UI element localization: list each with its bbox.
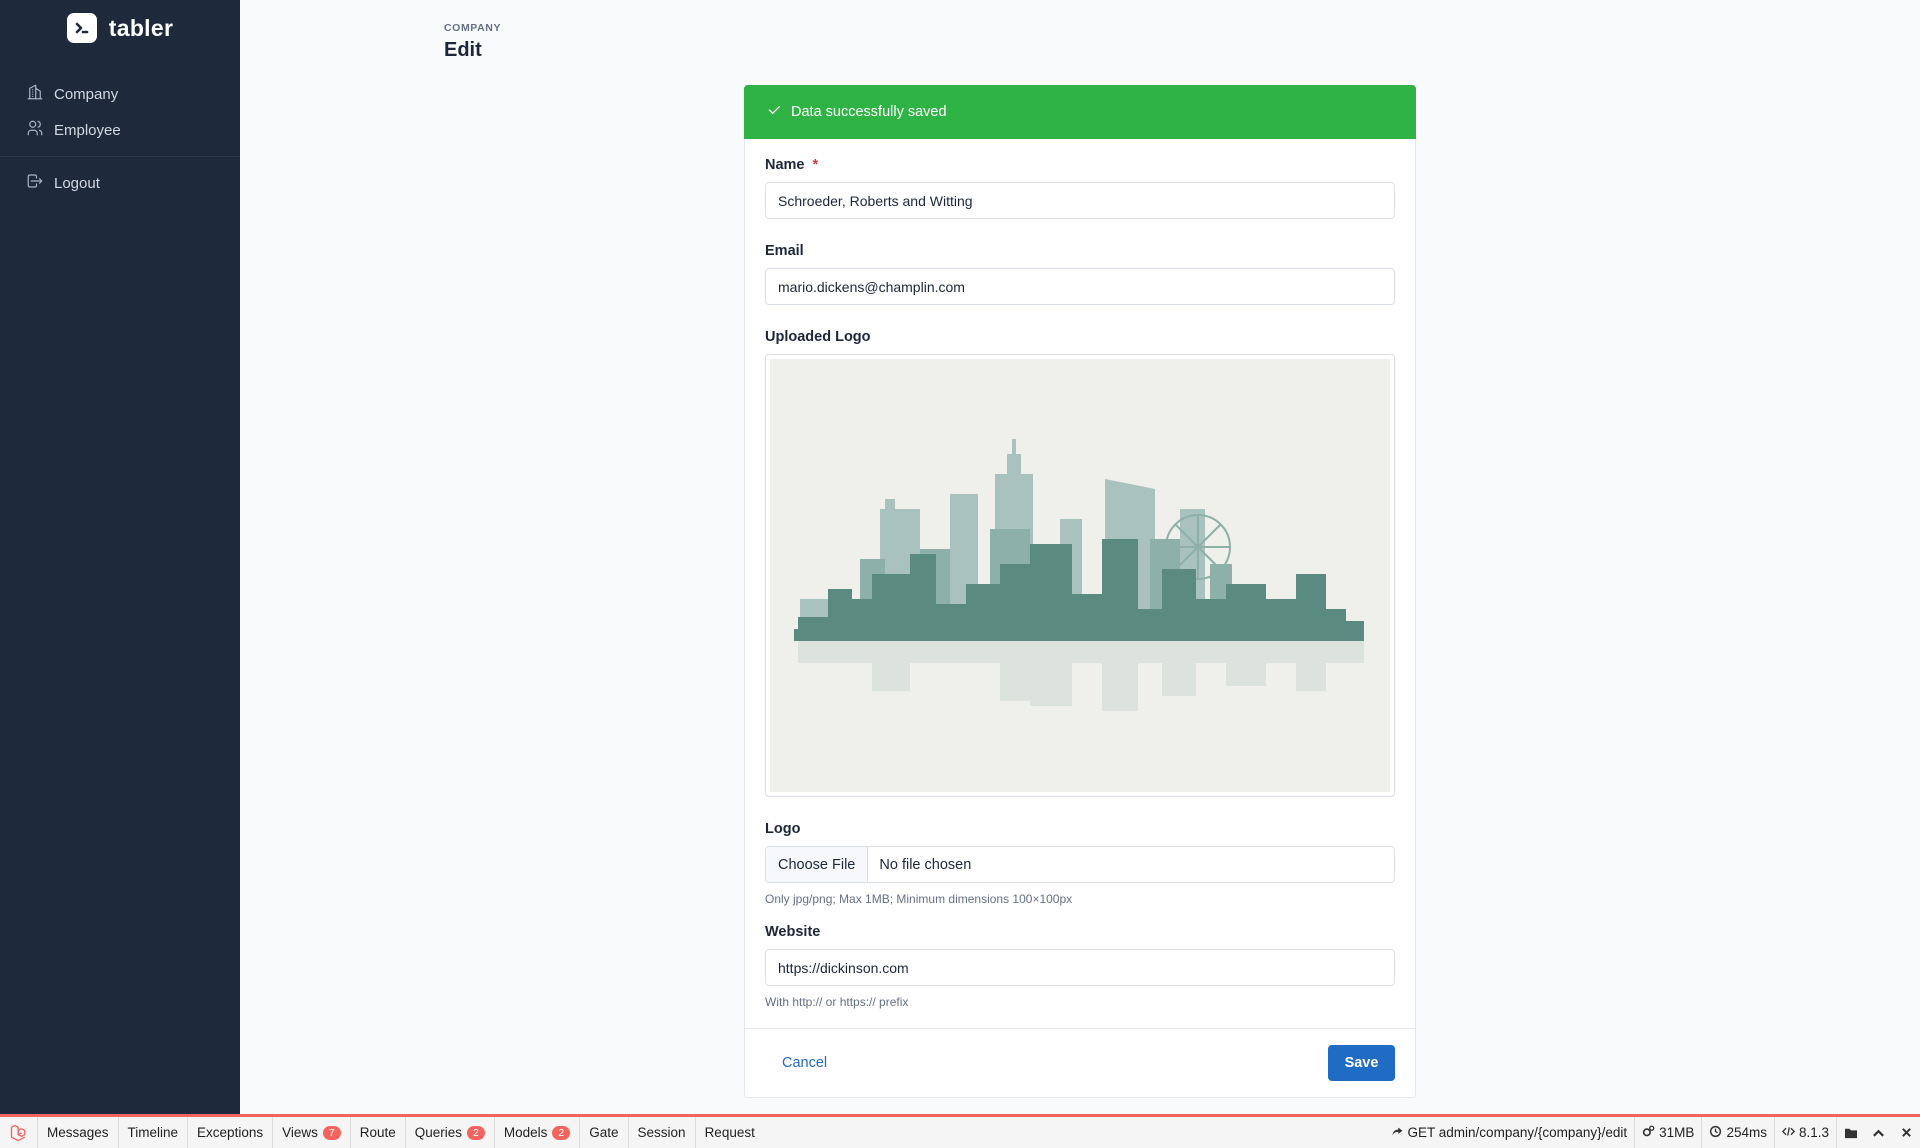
page-title: Edit bbox=[444, 39, 482, 61]
debug-tab-label: Route bbox=[359, 1125, 396, 1140]
debug-tab-label: Gate bbox=[589, 1125, 619, 1140]
debug-memory: 31MB bbox=[1634, 1117, 1701, 1148]
debug-tab-gate[interactable]: Gate bbox=[580, 1117, 629, 1148]
php-version-text: 8.1.3 bbox=[1798, 1125, 1829, 1140]
clock-icon bbox=[1709, 1125, 1722, 1141]
name-input[interactable]: Schroeder, Roberts and Witting bbox=[765, 182, 1395, 219]
debug-tab-models[interactable]: Models 2 bbox=[495, 1117, 581, 1148]
debug-tab-label: Messages bbox=[47, 1125, 109, 1140]
uploaded-logo-field: Uploaded Logo bbox=[765, 329, 1395, 797]
debug-badge: 2 bbox=[552, 1125, 571, 1140]
sidebar-item-label: Company bbox=[54, 85, 119, 103]
debug-tab-session[interactable]: Session bbox=[629, 1117, 696, 1148]
debug-tab-route[interactable]: Route bbox=[351, 1117, 406, 1148]
card-body: Name * Schroeder, Roberts and Witting Em… bbox=[745, 139, 1415, 1009]
debug-tab-request[interactable]: Request bbox=[696, 1117, 764, 1148]
debug-badge: 7 bbox=[322, 1125, 341, 1140]
debug-time: 254ms bbox=[1701, 1117, 1774, 1148]
sidebar-item-employee[interactable]: Employee bbox=[0, 112, 240, 148]
debug-tab-label: Session bbox=[637, 1125, 686, 1140]
debug-tab-label: Models bbox=[503, 1125, 548, 1140]
debug-badge: 2 bbox=[467, 1125, 485, 1140]
chevron-up-icon[interactable] bbox=[1864, 1117, 1892, 1148]
city-skyline-image bbox=[770, 359, 1390, 792]
sidebar-item-label: Employee bbox=[54, 121, 121, 139]
debug-tab-timeline[interactable]: Timeline bbox=[119, 1117, 189, 1148]
brand-name: tabler bbox=[108, 14, 174, 41]
brand[interactable]: tabler bbox=[0, 0, 240, 56]
debug-bar: Messages Timeline Exceptions Views 7 Rout… bbox=[0, 1114, 1920, 1148]
cogs-icon bbox=[1642, 1125, 1655, 1141]
uploaded-logo-label: Uploaded Logo bbox=[765, 329, 871, 345]
debug-tab-label: Queries bbox=[414, 1125, 463, 1140]
name-field: Name * Schroeder, Roberts and Witting bbox=[765, 157, 1395, 219]
sidebar-nav: Company Employee Logout bbox=[0, 56, 240, 201]
sidebar: tabler Company Employee Logout bbox=[0, 0, 240, 1114]
logo-file-input[interactable]: Choose File No file chosen bbox=[765, 846, 1395, 883]
debug-tab-label: Views bbox=[282, 1125, 318, 1140]
sidebar-item-label: Logout bbox=[54, 174, 100, 192]
website-hint: With http:// or https:// prefix bbox=[765, 995, 909, 1009]
file-status: No file chosen bbox=[879, 856, 972, 873]
debug-meta: GET admin/company/{company}/edit 31MB 25… bbox=[1384, 1117, 1920, 1148]
success-alert: Data successfully saved bbox=[744, 85, 1416, 139]
users-icon bbox=[26, 119, 44, 141]
time-text: 254ms bbox=[1726, 1125, 1767, 1140]
nav-divider bbox=[0, 156, 240, 157]
folder-icon[interactable] bbox=[1836, 1117, 1864, 1148]
laravel-logo-icon[interactable] bbox=[0, 1117, 38, 1148]
close-icon[interactable] bbox=[1892, 1117, 1920, 1148]
card-footer: Cancel Save bbox=[745, 1028, 1415, 1097]
page-pretitle: COMPANY bbox=[444, 22, 502, 34]
email-label: Email bbox=[765, 243, 804, 259]
name-label-text: Name bbox=[765, 157, 805, 173]
logo-hint: Only jpg/png; Max 1MB; Minimum dimension… bbox=[765, 892, 1073, 906]
sidebar-item-logout[interactable]: Logout bbox=[0, 165, 240, 201]
email-field: Email mario.dickens@champlin.com bbox=[765, 243, 1395, 305]
debug-tab-queries[interactable]: Queries 2 bbox=[406, 1117, 495, 1148]
debug-tab-label: Timeline bbox=[127, 1125, 179, 1140]
debug-tab-label: Exceptions bbox=[197, 1125, 264, 1140]
choose-file-button[interactable]: Choose File bbox=[766, 847, 869, 882]
debug-tab-exceptions[interactable]: Exceptions bbox=[188, 1117, 274, 1148]
uploaded-logo-frame bbox=[765, 354, 1395, 797]
logout-icon bbox=[26, 172, 44, 194]
debug-php-version: 8.1.3 bbox=[1773, 1117, 1836, 1148]
share-icon bbox=[1391, 1125, 1404, 1141]
save-button[interactable]: Save bbox=[1328, 1045, 1395, 1081]
required-marker: * bbox=[812, 157, 819, 173]
tabler-logo-icon bbox=[66, 13, 97, 43]
sidebar-item-company[interactable]: Company bbox=[0, 76, 240, 112]
memory-text: 31MB bbox=[1659, 1125, 1695, 1140]
building-icon bbox=[26, 83, 44, 105]
website-label: Website bbox=[765, 924, 821, 940]
logo-label: Logo bbox=[765, 821, 801, 837]
route-text: GET admin/company/{company}/edit bbox=[1407, 1125, 1628, 1140]
website-field: Website https://dickinson.com With http:… bbox=[765, 924, 1395, 1009]
website-input[interactable]: https://dickinson.com bbox=[765, 949, 1395, 986]
alert-text: Data successfully saved bbox=[791, 104, 947, 120]
edit-company-card: Data successfully saved Name * Schroeder… bbox=[744, 85, 1416, 1098]
cancel-link[interactable]: Cancel bbox=[782, 1055, 827, 1071]
logo-field: Logo Choose File No file chosen Only jpg… bbox=[765, 821, 1395, 906]
code-icon bbox=[1781, 1125, 1796, 1141]
debug-tab-label: Request bbox=[704, 1125, 755, 1140]
debug-route[interactable]: GET admin/company/{company}/edit bbox=[1384, 1117, 1635, 1148]
name-label: Name * bbox=[765, 157, 1395, 173]
debug-tab-views[interactable]: Views 7 bbox=[273, 1117, 351, 1148]
debug-tab-messages[interactable]: Messages bbox=[38, 1117, 119, 1148]
check-icon bbox=[766, 102, 782, 122]
email-input[interactable]: mario.dickens@champlin.com bbox=[765, 268, 1395, 305]
